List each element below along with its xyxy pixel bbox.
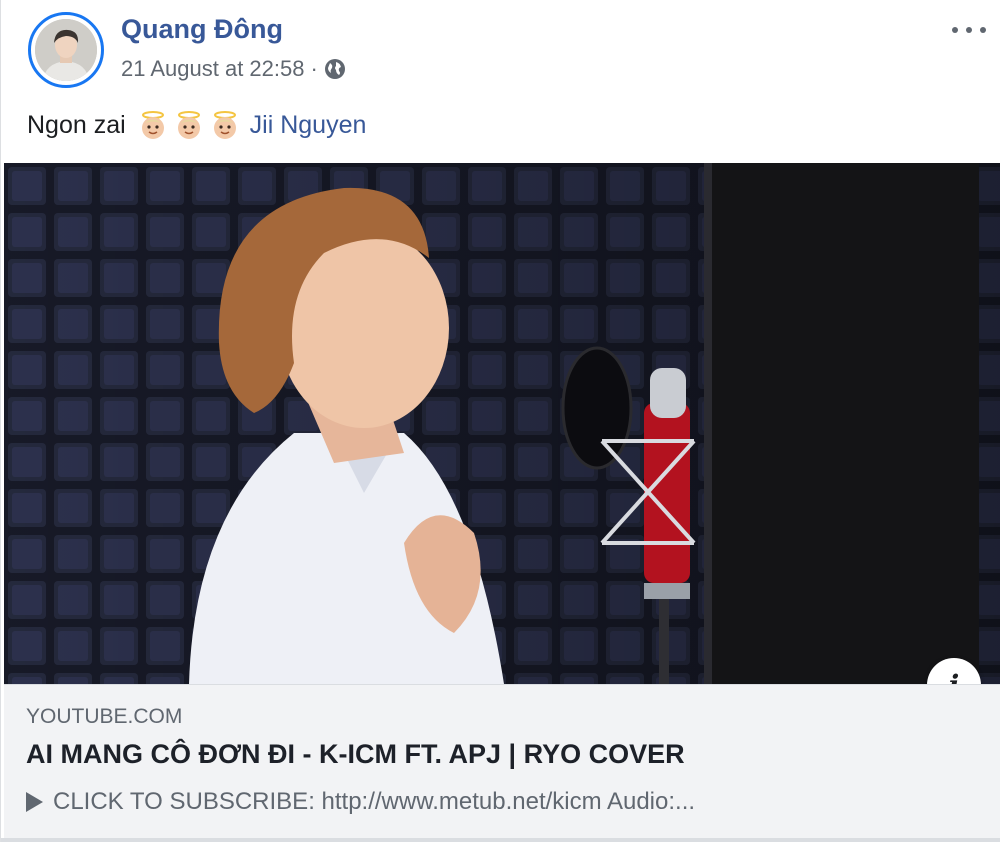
baby-angel-emoji <box>174 110 204 140</box>
globe-icon[interactable] <box>324 58 346 80</box>
post-text: Ngon zai Jii Nguyen <box>27 110 366 140</box>
link-domain: YOUTUBE.COM <box>26 705 183 728</box>
link-description: CLICK TO SUBSCRIBE: http://www.metub.net… <box>26 788 695 816</box>
baby-angel-emoji <box>210 110 240 140</box>
more-dot <box>966 27 972 33</box>
baby-angel-emoji <box>138 110 168 140</box>
link-description-text: CLICK TO SUBSCRIBE: http://www.metub.net… <box>53 788 696 815</box>
author-name[interactable]: Quang Đông <box>121 14 283 45</box>
mention-link[interactable]: Jii Nguyen <box>250 111 367 140</box>
link-preview[interactable]: YOUTUBE.COM AI MANG CÔ ĐƠN ĐI - K-ICM FT… <box>4 684 1000 838</box>
post-message: Ngon zai <box>27 110 126 139</box>
author-avatar[interactable] <box>28 12 104 88</box>
video-thumbnail[interactable] <box>4 163 1000 684</box>
play-icon <box>26 792 43 812</box>
more-dot <box>980 27 986 33</box>
post-meta: 21 August at 22:58 · <box>121 56 346 82</box>
avatar-photo <box>35 19 97 81</box>
more-options-button[interactable] <box>952 20 986 40</box>
feed-post: Quang Đông 21 August at 22:58 · Ngon zai… <box>0 0 1000 842</box>
meta-separator: · <box>310 56 318 81</box>
divider <box>1 838 1000 842</box>
post-timestamp[interactable]: 21 August at 22:58 <box>121 56 305 82</box>
link-title[interactable]: AI MANG CÔ ĐƠN ĐI - K-ICM FT. APJ | RYO … <box>26 739 685 770</box>
more-dot <box>952 27 958 33</box>
